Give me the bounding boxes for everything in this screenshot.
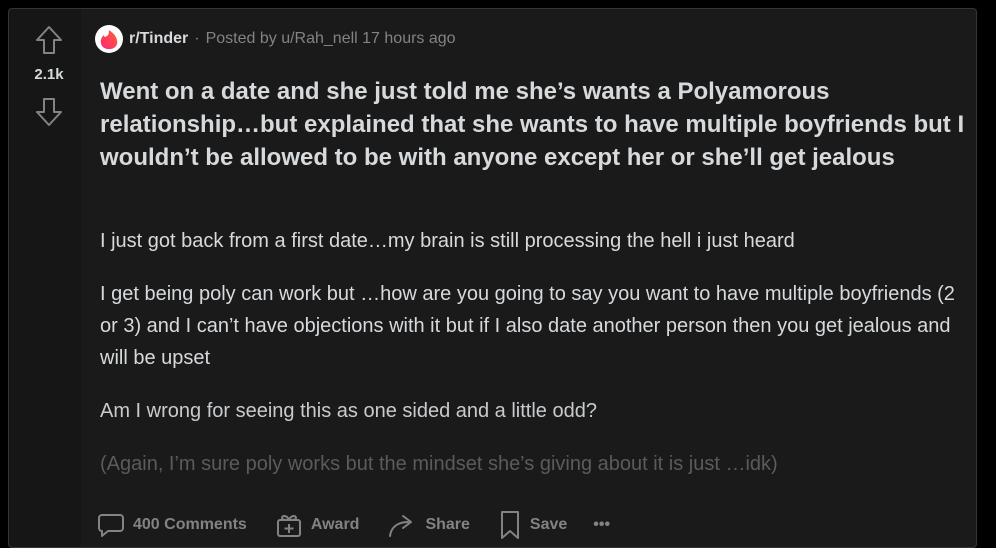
post-card[interactable]: 2.1k r/Tinder · Posted by u/Rah_nell 17 … — [8, 8, 977, 548]
downvote-arrow-icon[interactable] — [34, 97, 64, 127]
post-body: I just got back from a first date…my bra… — [100, 225, 960, 501]
post-paragraph: (Again, I’m sure poly works but the mind… — [100, 453, 778, 475]
save-label: Save — [529, 516, 568, 533]
upvote-arrow-icon[interactable] — [34, 25, 64, 55]
more-options-button[interactable]: ••• — [593, 516, 610, 534]
share-arrow-icon — [389, 515, 413, 537]
vote-column: 2.1k — [9, 9, 81, 547]
gift-icon — [276, 514, 301, 537]
post-paragraph: I get being poly can work but …how are y… — [100, 283, 955, 369]
bookmark-icon — [500, 511, 519, 539]
comment-bubble-icon — [98, 514, 124, 537]
tinder-flame-icon[interactable] — [95, 25, 123, 53]
share-button[interactable]: Share — [387, 511, 470, 539]
vote-score: 2.1k — [34, 66, 64, 83]
post-paragraph: Am I wrong for seeing this as one sided … — [100, 400, 597, 422]
post-title[interactable]: Went on a date and she just told me she’… — [100, 75, 970, 174]
award-label: Award — [310, 516, 360, 533]
share-label: Share — [425, 516, 470, 533]
meta-separator: · — [194, 30, 200, 47]
post-paragraph: I just got back from a first date…my bra… — [100, 230, 795, 252]
save-button[interactable]: Save — [498, 510, 567, 540]
comments-button[interactable]: 400 Comments — [97, 511, 247, 539]
subreddit-link[interactable]: r/Tinder — [129, 30, 188, 48]
post-meta: r/Tinder · Posted by u/Rah_nell 17 hours… — [95, 25, 456, 53]
comments-label: 400 Comments — [133, 516, 247, 533]
posted-by[interactable]: Posted by u/Rah_nell 17 hours ago — [206, 30, 456, 48]
post-actions: 400 Comments Award Share Save ••• — [97, 503, 610, 547]
award-button[interactable]: Award — [275, 511, 360, 539]
